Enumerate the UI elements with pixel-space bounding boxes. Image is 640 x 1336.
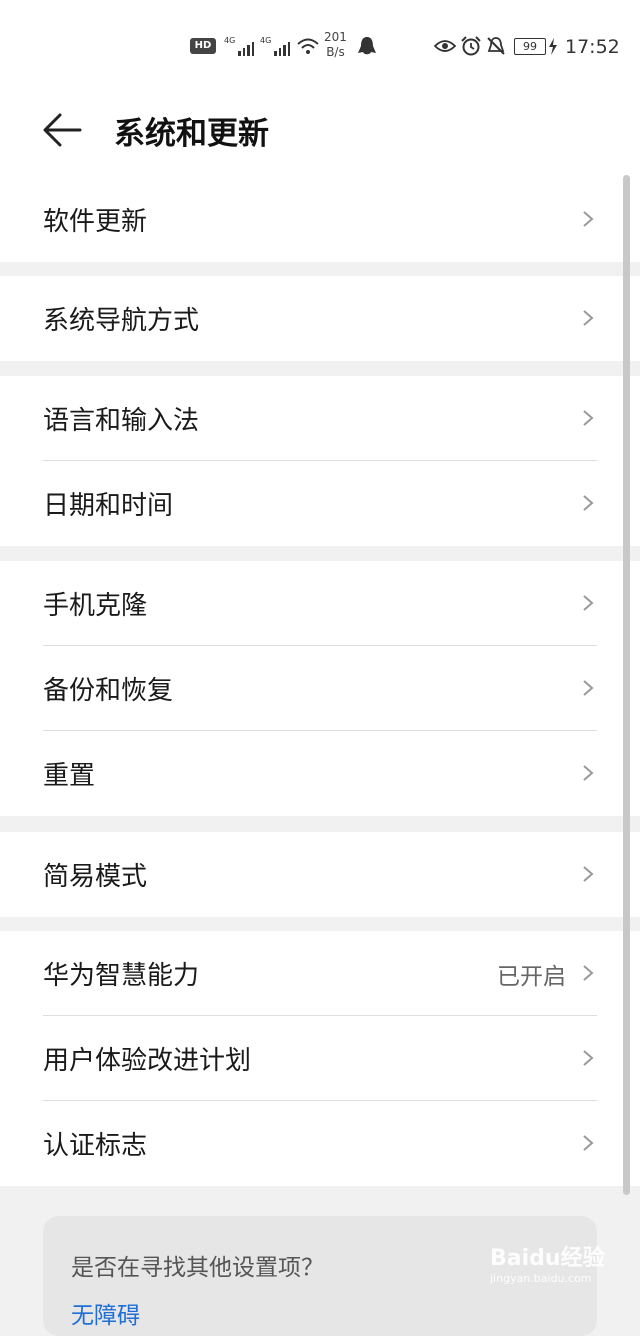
scrollbar[interactable] xyxy=(623,175,630,1195)
network-speed-unit: B/s xyxy=(326,45,345,59)
wifi-icon xyxy=(297,38,319,54)
settings-item-navigation[interactable]: 系统导航方式 xyxy=(0,276,640,361)
settings-item-label: 软件更新 xyxy=(43,207,148,237)
chevron-right-icon xyxy=(583,410,594,426)
settings-item-label: 简易模式 xyxy=(43,862,148,892)
settings-item-label: 华为智慧能力 xyxy=(43,961,200,991)
app-bar: 系统和更新 xyxy=(0,94,640,178)
settings-item-phone-clone[interactable]: 手机克隆 xyxy=(0,561,640,646)
settings-group: 系统导航方式 xyxy=(0,276,640,361)
settings-item-value: 已开启 xyxy=(497,964,566,990)
status-bar: HD 4G 4G 201 B/s 99 17:52 xyxy=(0,0,640,94)
back-arrow-icon[interactable] xyxy=(40,112,84,148)
settings-item-label: 重置 xyxy=(43,761,96,791)
suggestion-link-accessibility[interactable]: 无障碍 xyxy=(71,1296,140,1330)
network-type-label: 4G xyxy=(260,36,272,45)
chevron-right-icon xyxy=(583,965,594,981)
settings-item-label: 用户体验改进计划 xyxy=(43,1046,252,1076)
settings-item-backup-restore[interactable]: 备份和恢复 xyxy=(0,646,640,731)
settings-item-simple-mode[interactable]: 简易模式 xyxy=(0,832,640,917)
chevron-right-icon xyxy=(583,1135,594,1151)
watermark-logo: Baidu经验 xyxy=(490,1246,605,1271)
settings-group: 简易模式 xyxy=(0,832,640,917)
settings-item-reset[interactable]: 重置 xyxy=(0,731,640,816)
settings-item-label: 系统导航方式 xyxy=(43,306,200,336)
settings-item-user-experience[interactable]: 用户体验改进计划 xyxy=(0,1016,640,1101)
settings-item-label: 语言和输入法 xyxy=(43,406,200,436)
settings-group: 语言和输入法 日期和时间 xyxy=(0,376,640,546)
settings-item-label: 手机克隆 xyxy=(43,591,148,621)
alarm-icon xyxy=(461,36,481,56)
settings-item-huawei-ai[interactable]: 华为智慧能力 已开启 xyxy=(0,931,640,1016)
chevron-right-icon xyxy=(583,595,594,611)
qq-icon xyxy=(358,37,376,55)
chevron-right-icon xyxy=(583,211,594,227)
chevron-right-icon xyxy=(583,680,594,696)
settings-group: 手机克隆 备份和恢复 重置 xyxy=(0,561,640,816)
signal-icon-sim2: 4G xyxy=(260,36,291,56)
clock: 17:52 xyxy=(565,36,620,58)
page-title: 系统和更新 xyxy=(114,116,269,152)
settings-item-software-update[interactable]: 软件更新 xyxy=(0,177,640,262)
chevron-right-icon xyxy=(583,866,594,882)
watermark-url: jingyan.baidu.com xyxy=(490,1272,592,1285)
settings-item-language-input[interactable]: 语言和输入法 xyxy=(0,376,640,461)
settings-item-label: 备份和恢复 xyxy=(43,676,174,706)
charging-icon xyxy=(549,38,557,55)
network-speed-value: 201 xyxy=(324,30,347,44)
settings-item-label: 认证标志 xyxy=(43,1131,148,1161)
chevron-right-icon xyxy=(583,495,594,511)
settings-item-label: 日期和时间 xyxy=(43,491,174,521)
settings-item-date-time[interactable]: 日期和时间 xyxy=(0,461,640,546)
suggestion-question: 是否在寻找其他设置项？ xyxy=(71,1255,324,1281)
settings-group: 软件更新 xyxy=(0,177,640,262)
battery-icon: 99 xyxy=(514,38,546,55)
network-speed: 201 B/s xyxy=(324,30,347,60)
chevron-right-icon xyxy=(583,765,594,781)
settings-item-certification[interactable]: 认证标志 xyxy=(0,1101,640,1186)
chevron-right-icon xyxy=(583,310,594,326)
settings-group: 华为智慧能力 已开启 用户体验改进计划 认证标志 xyxy=(0,931,640,1186)
mute-notification-icon xyxy=(487,37,505,55)
chevron-right-icon xyxy=(583,1050,594,1066)
signal-icon-sim1: 4G xyxy=(224,36,255,56)
eye-comfort-icon xyxy=(434,40,456,52)
hd-voice-icon: HD xyxy=(190,38,216,54)
network-type-label: 4G xyxy=(224,36,236,45)
